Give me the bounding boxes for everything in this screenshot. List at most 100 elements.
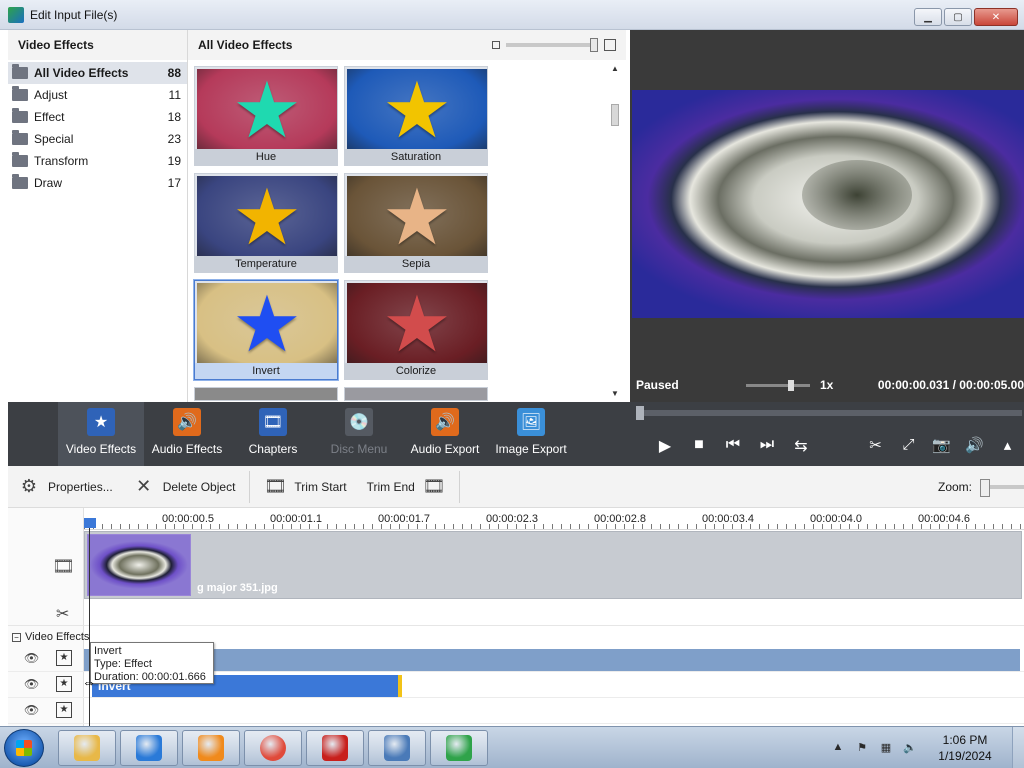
eye-icon[interactable]: 👁 (24, 651, 39, 665)
category-item-adjust[interactable]: Adjust 11 (8, 84, 187, 106)
delete-object-button[interactable]: ✕ Delete Object (123, 470, 246, 504)
effect-colorize[interactable]: ★ Colorize (344, 280, 488, 380)
thumbnail-size-control[interactable] (492, 38, 616, 52)
video-effects-group[interactable]: − Video Effects (8, 628, 89, 646)
folder-icon (12, 130, 28, 145)
large-size-icon (604, 39, 616, 51)
trim-start-icon: 🎞 (263, 476, 287, 496)
category-panel: Video Effects All Video Effects 88 Adjust 1… (8, 30, 188, 402)
audio-export-icon: 🔊 (431, 408, 459, 436)
effect-stamp-icon: ★ (56, 702, 72, 718)
tool-chapters[interactable]: 🎞 Chapters (230, 402, 316, 466)
show-hidden-icons-icon[interactable]: ▲ (830, 741, 846, 755)
taskbar-app-media-player[interactable] (182, 730, 240, 766)
volume-icon[interactable]: 🔊 (958, 436, 991, 454)
ruler-label: 00:00:04.0 (810, 513, 862, 525)
minimize-button[interactable]: ▁ (914, 8, 942, 26)
tool-strip: ★ Video Effects 🔊 Audio Effects 🎞 Chapters 💿 Di… (8, 402, 630, 466)
disc-menu-icon: 💿 (345, 408, 373, 436)
previous-frame-icon[interactable]: ⏮ (716, 436, 750, 456)
effect-saturation[interactable]: ★ Saturation (344, 66, 488, 166)
effect-temperature[interactable]: ★ Temperature (194, 173, 338, 273)
show-desktop-button[interactable] (1012, 727, 1024, 768)
video-track[interactable]: g major 351.jpg (84, 531, 1022, 599)
effect-sepia[interactable]: ★ Sepia (344, 173, 488, 273)
ruler-label: 00:00:00.5 (162, 513, 214, 525)
play-icon[interactable]: ▶ (648, 436, 682, 456)
thumbnail-size-slider[interactable] (506, 38, 598, 52)
next-frame-icon[interactable]: ⏭ (750, 436, 784, 456)
taskbar-app-internet-explorer[interactable] (120, 730, 178, 766)
eye-icon[interactable]: 👁 (24, 703, 39, 717)
image-export-icon: 🖼 (517, 408, 545, 436)
category-item-transform[interactable]: Transform 19 (8, 150, 187, 172)
taskbar-app-chrome[interactable] (244, 730, 302, 766)
category-item-special[interactable]: Special 23 (8, 128, 187, 150)
star-icon: ★ (382, 176, 452, 258)
taskbar-app-explorer[interactable] (58, 730, 116, 766)
effect-hue[interactable]: ★ Hue (194, 66, 338, 166)
app-icon (8, 6, 24, 23)
trim-start-button[interactable]: 🎞 Trim Start (254, 470, 356, 504)
tool-image-export[interactable]: 🖼 Image Export (488, 402, 574, 466)
effect-invert[interactable]: ★ Invert (194, 280, 338, 380)
category-count: 11 (168, 88, 181, 102)
media-player-icon (198, 735, 224, 761)
compare-icon[interactable]: ⇆ (784, 436, 818, 456)
zoom-slider[interactable] (980, 478, 1024, 497)
category-item-effect[interactable]: Effect 18 (8, 106, 187, 128)
network-icon[interactable]: ▦ (878, 741, 894, 755)
clock[interactable]: 1:06 PM 1/19/2024 (926, 732, 1004, 764)
effect-stamp-icon: ★ (56, 676, 72, 692)
tool-audio-effects[interactable]: 🔊 Audio Effects (144, 402, 230, 466)
video-effects-track-label: Video Effects (25, 631, 90, 643)
audio-effects-icon: 🔊 (173, 408, 201, 436)
toolbar-divider (458, 470, 460, 503)
collapse-icon[interactable]: − (12, 632, 21, 642)
effect-partial[interactable] (194, 387, 338, 401)
clock-date: 1/19/2024 (938, 749, 992, 763)
category-count: 19 (167, 154, 181, 168)
action-center-icon[interactable]: ⚑ (854, 741, 870, 755)
scroll-down-arrow-icon[interactable]: ▼ (610, 389, 620, 398)
effect-partial[interactable] (344, 387, 488, 401)
ruler-label: 00:00:03.4 (702, 513, 754, 525)
playhead-handle[interactable] (84, 518, 96, 528)
close-button[interactable]: ✕ (974, 8, 1018, 26)
eye-icon[interactable]: 👁 (24, 677, 39, 691)
taskbar-app-app-red[interactable] (306, 730, 364, 766)
effect-bar-selected[interactable] (84, 649, 1020, 671)
taskbar-app-video-editor[interactable] (430, 730, 488, 766)
folder-icon (12, 64, 28, 79)
category-label: Adjust (34, 88, 68, 102)
tool-audio-export[interactable]: 🔊 Audio Export (402, 402, 488, 466)
stop-icon[interactable]: ■ (682, 436, 716, 456)
speed-slider[interactable] (746, 379, 810, 391)
tool-label: Disc Menu (330, 442, 388, 456)
category-item-draw[interactable]: Draw 17 (8, 172, 187, 194)
delete-label: Delete Object (162, 479, 236, 494)
category-item-all-video-effects[interactable]: All Video Effects 88 (8, 62, 187, 84)
scroll-up-arrow-icon[interactable]: ▲ (610, 64, 620, 73)
resize-cursor-icon: ⇔ (82, 674, 96, 690)
tool-video-effects[interactable]: ★ Video Effects (58, 402, 144, 466)
start-button[interactable] (4, 729, 44, 767)
gallery-scrollbar[interactable]: ▲ ▼ (610, 64, 620, 398)
fullscreen-icon[interactable]: ⤢ (892, 436, 925, 454)
cut-icon[interactable]: ✂ (859, 436, 892, 454)
folder-icon (12, 174, 28, 189)
taskbar-app-control-panel[interactable] (368, 730, 426, 766)
scissors-icon: ✂ (56, 606, 70, 623)
snapshot-icon[interactable]: 📷 (925, 436, 958, 454)
maximize-button[interactable]: ▢ (944, 8, 972, 26)
time-ruler[interactable]: 00:00:00.5 00:00:01.1 00:00:01.7 00:00:02.3… (84, 508, 1024, 530)
scroll-thumb[interactable] (611, 104, 619, 126)
system-tray: ▲ ⚑ ▦ 🔈 1:06 PM 1/19/2024 (830, 727, 1024, 768)
clip-thumbnail[interactable] (87, 534, 191, 596)
volume-tray-icon[interactable]: 🔈 (902, 741, 918, 755)
seek-bar[interactable] (636, 406, 1022, 420)
more-icon[interactable]: ▴ (991, 436, 1024, 454)
gallery-header: All Video Effects (198, 38, 293, 52)
properties-button[interactable]: ⚙ Properties... (8, 470, 123, 504)
trim-end-button[interactable]: Trim End 🎞 (357, 470, 455, 504)
